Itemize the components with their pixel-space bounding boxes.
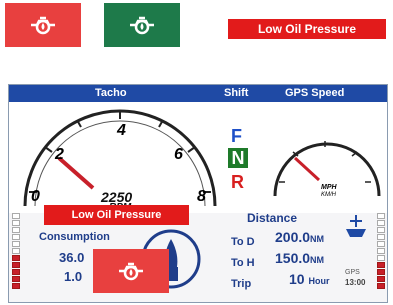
low-oil-pressure-banner: Low Oil Pressure — [228, 19, 386, 39]
boat-icon — [346, 215, 366, 237]
display-header: Tacho Shift GPS Speed — [9, 85, 387, 102]
consumption-value-2: 1.0 — [64, 269, 83, 284]
distance-row-to-h: To H 150.0NM — [231, 250, 324, 271]
distance-key: To D — [231, 236, 255, 248]
oil-pressure-icon — [31, 16, 55, 35]
consumption-value-1: 36.0 — [59, 250, 85, 265]
oil-pressure-icon — [119, 262, 143, 281]
speed-needle — [293, 156, 321, 182]
tacho-needle — [57, 156, 95, 190]
gear-forward: F — [231, 126, 242, 146]
oil-pressure-warning-green — [104, 3, 180, 47]
tick-4: 4 — [117, 122, 126, 139]
gps-label: GPS — [345, 269, 360, 276]
distance-key: Trip — [231, 278, 252, 290]
distance-key: To H — [231, 257, 255, 269]
distance-unit: NM — [310, 255, 325, 265]
gear-reverse: R — [231, 172, 244, 192]
consumption-label: Consumption — [39, 231, 110, 243]
header-gps-speed: GPS Speed — [285, 87, 345, 99]
distance-unit: Hour — [308, 276, 330, 286]
distance-row-to-d: To D 200.0NM — [231, 229, 324, 250]
gps-time: 13:00 — [345, 278, 366, 287]
distance-value: 150.0 — [275, 250, 311, 266]
overlay-low-oil-pressure-banner: Low Oil Pressure — [44, 205, 189, 225]
right-bargraph — [377, 213, 385, 290]
gear-neutral: N — [228, 148, 248, 168]
tick-2: 2 — [55, 146, 64, 163]
header-tacho: Tacho — [95, 87, 127, 99]
tick-0: 0 — [31, 188, 40, 205]
tick-6: 6 — [174, 146, 183, 163]
oil-pressure-icon — [130, 16, 154, 35]
distance-row-trip: Trip 10 Hour — [231, 271, 329, 292]
tick-8: 8 — [197, 188, 206, 205]
distance-value: 10 — [289, 271, 305, 287]
distance-unit: NM — [310, 234, 325, 244]
overlay-oil-pressure-warning — [93, 249, 169, 293]
distance-value: 200.0 — [275, 229, 311, 245]
gauge-area: 0 2 4 6 8 2250 RPM F N R MPH KM/H — [9, 102, 387, 215]
header-shift: Shift — [224, 87, 249, 99]
distance-title: Distance — [247, 211, 298, 225]
oil-pressure-warning-red — [5, 3, 81, 47]
speed-unit: MPH — [321, 184, 337, 191]
left-bargraph — [12, 213, 20, 290]
gauge-display: Tacho Shift GPS Speed 0 2 4 6 8 2250 RPM — [8, 84, 388, 303]
speed-unit-sub: KM/H — [321, 192, 336, 198]
